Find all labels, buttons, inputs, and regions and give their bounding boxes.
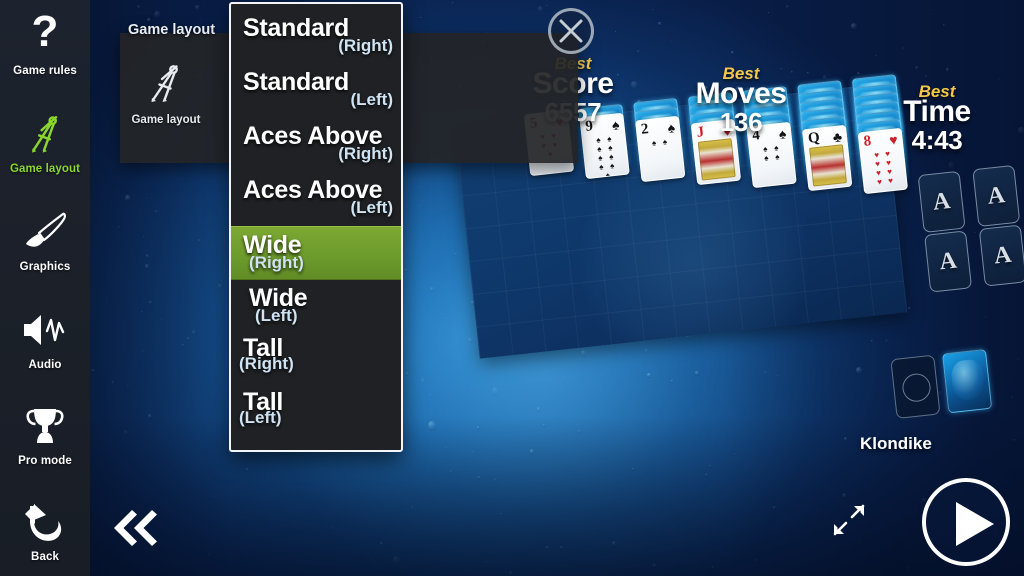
back-chevron-icon: [114, 510, 157, 546]
dropdown-option-tall-right[interactable]: Tall (Right): [231, 334, 401, 388]
game-title-label: Klondike: [860, 434, 932, 453]
card-pips: ♠ ♠ ♠ ♠ ♠ ♠ ♠ ♠ ♠: [595, 134, 615, 180]
sidebar-item-label: Pro mode: [18, 455, 72, 467]
dropdown-option-aces-above-right[interactable]: Aces Above (Right): [231, 118, 401, 172]
stat-best-moves: Best Moves 136: [676, 64, 806, 138]
card-rank: Q: [807, 129, 821, 147]
stat-name: Moves: [695, 77, 787, 110]
dropdown-option-side: (Left): [255, 306, 298, 325]
fullscreen-button[interactable]: [832, 503, 866, 542]
stock-pile[interactable]: [890, 354, 941, 419]
card-face[interactable]: Q ♣: [801, 124, 853, 192]
dropdown-option-label: Standard: [243, 68, 349, 96]
undo-arrow-icon: [0, 496, 90, 548]
back-button[interactable]: [108, 506, 162, 555]
foundation-pile[interactable]: A: [924, 230, 973, 293]
dropdown-option-aces-above-left[interactable]: Aces Above (Left): [231, 172, 401, 226]
dropdown-option-side: (Left): [350, 90, 393, 109]
compass-icon: [122, 52, 210, 114]
foundation-pile[interactable]: A: [917, 170, 966, 233]
play-triangle-icon: [956, 502, 994, 546]
dropdown-option-label: Standard: [243, 14, 349, 42]
question-mark-icon: ?: [0, 10, 90, 62]
expand-icon: [833, 504, 865, 536]
card-pips: ♠ ♠ ♠ ♠: [762, 143, 780, 163]
card-suit: ♠: [666, 119, 676, 136]
dropdown-option-side: (Right): [338, 36, 393, 55]
foundation-pile[interactable]: A: [978, 224, 1024, 287]
card-court-art: [809, 144, 848, 187]
dropdown-option-wide-left[interactable]: Wide (Left): [231, 280, 401, 334]
card-pips: ♠ ♠: [651, 137, 668, 148]
svg-text:?: ?: [32, 13, 59, 56]
dropdown-option-wide-right[interactable]: Wide (Right): [231, 226, 401, 280]
dropdown-option-side: (Right): [239, 354, 294, 373]
sidebar-item-label: Back: [31, 551, 59, 563]
paintbrush-icon: [0, 206, 90, 258]
card-court-art: [697, 138, 736, 181]
waste-pile[interactable]: [942, 348, 993, 414]
sidebar-item-back[interactable]: Back: [0, 496, 90, 563]
sidebar-item-label: Graphics: [19, 261, 71, 273]
sidebar-item-game-layout[interactable]: Game layout: [0, 108, 90, 175]
dropdown-option-standard-left[interactable]: Standard (Left): [231, 64, 401, 118]
dropdown-option-standard-right[interactable]: Standard (Right): [231, 10, 401, 64]
speaker-icon: [0, 304, 90, 356]
dropdown-option-side: (Left): [239, 408, 282, 427]
sidebar-item-audio[interactable]: Audio: [0, 304, 90, 371]
sidebar-item-label: Game layout: [9, 163, 81, 175]
compass-icon: [0, 108, 90, 160]
sidebar-item-game-rules[interactable]: ? Game rules: [0, 10, 90, 77]
close-button[interactable]: [548, 8, 594, 54]
close-icon: [559, 19, 583, 43]
tile-label: Game layout: [131, 114, 201, 126]
foundation-pile[interactable]: A: [972, 164, 1021, 228]
dropdown-option-tall-left[interactable]: Tall (Left): [231, 388, 401, 442]
stat-value: 136: [719, 107, 763, 137]
game-layout-dropdown[interactable]: Standard (Right) Standard (Left) Aces Above(…: [229, 2, 403, 452]
card-rank: 8: [862, 133, 872, 150]
sidebar-item-graphics[interactable]: Graphics: [0, 206, 90, 273]
panel-title: Game layout: [128, 22, 216, 38]
stat-value: 4:43: [911, 125, 963, 155]
stat-best-time: Best Time 4:43: [872, 82, 1002, 156]
dropdown-option-side: (Right): [249, 253, 304, 272]
dropdown-option-side: (Right): [338, 144, 393, 163]
settings-sidebar: ? Game rules Game layout Graphics Audio Pro m…: [0, 0, 90, 576]
stat-name: Time: [903, 95, 971, 128]
tile-game-layout[interactable]: Game layout: [122, 52, 210, 144]
play-button[interactable]: [922, 478, 1010, 566]
dropdown-option-side: (Left): [350, 198, 393, 217]
trophy-icon: [0, 400, 90, 452]
card-suit: ♣: [831, 128, 843, 146]
sidebar-item-label: Game rules: [13, 65, 77, 77]
sidebar-item-label: Audio: [28, 359, 62, 371]
card-rank: 2: [640, 121, 650, 138]
sidebar-item-pro-mode[interactable]: Pro mode: [0, 400, 90, 467]
